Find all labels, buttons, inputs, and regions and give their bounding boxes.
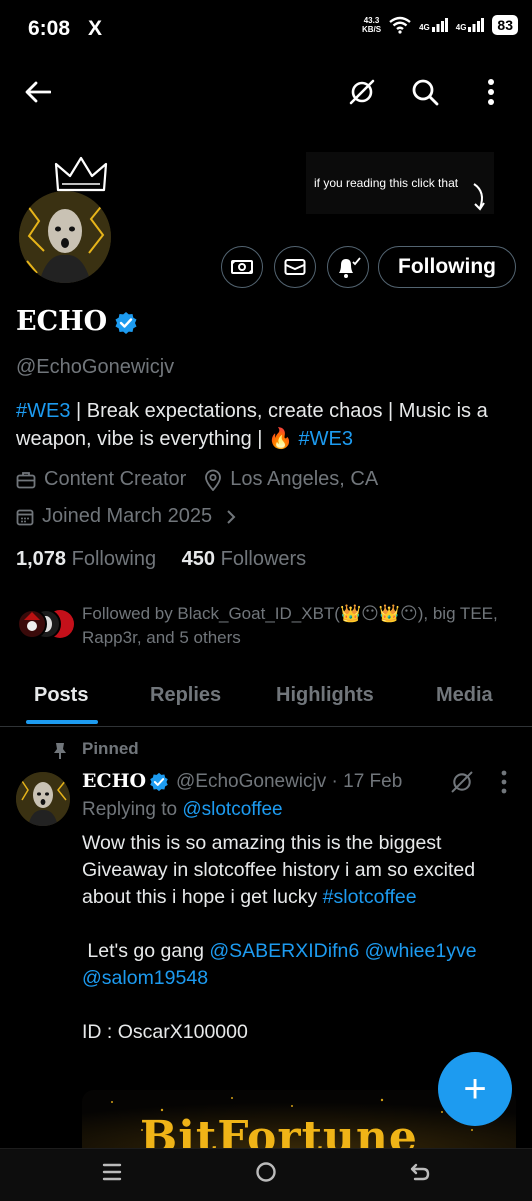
pin-icon <box>54 743 66 759</box>
replying-to: Replying to @slotcoffee <box>82 799 283 820</box>
post-id-line: ID : OscarX100000 <box>82 1021 248 1043</box>
status-indicators: 43.3 KB/S 4G 4G 83 <box>362 15 518 35</box>
signal-bars-icon <box>468 18 485 32</box>
notification-bell-icon <box>339 257 361 278</box>
pinned-label: Pinned <box>82 739 139 758</box>
profile-meta-row: Content Creator Los Angeles, CA <box>16 468 378 491</box>
profile-category: Content Creator <box>44 468 187 490</box>
x-logo-icon: X <box>88 17 103 40</box>
following-button[interactable]: Following <box>378 246 516 288</box>
signal-2: 4G <box>456 18 485 32</box>
verified-badge-icon <box>150 772 168 792</box>
net-speed: 43.3 KB/S <box>361 16 382 34</box>
tab-media[interactable]: Media <box>436 684 493 707</box>
mention-link[interactable]: @salom19548 <box>82 967 208 989</box>
wifi-icon <box>389 16 411 34</box>
profile-location: Los Angeles, CA <box>230 468 379 490</box>
plus-icon: + <box>463 1066 487 1111</box>
tab-highlights[interactable]: Highlights <box>276 684 374 707</box>
banner-text: if you reading this click that <box>314 176 459 190</box>
grok-icon[interactable] <box>450 770 474 794</box>
more-options-button[interactable] <box>471 72 511 112</box>
tab-replies[interactable]: Replies <box>150 684 221 707</box>
profile-bio: #WE3 | Break expectations, create chaos … <box>16 400 488 450</box>
fire-emoji: 🔥 <box>268 428 293 450</box>
profile-avatar[interactable] <box>16 188 114 286</box>
post-body: Wow this is so amazing this is the bigge… <box>82 830 512 1046</box>
more-vertical-icon <box>488 79 494 105</box>
search-icon <box>412 79 439 106</box>
chevron-right-icon <box>227 509 236 524</box>
compose-button[interactable]: + <box>438 1052 512 1126</box>
hashtag-link[interactable]: #WE3 <box>16 400 70 422</box>
back-nav-icon[interactable] <box>408 1160 432 1184</box>
post-handle-date[interactable]: @EchoGonewicjv · 17 Feb <box>176 771 402 793</box>
tip-button[interactable] <box>221 246 263 288</box>
mention-link[interactable]: @SABERXIDifn6 <box>209 940 359 962</box>
verified-badge-icon <box>115 312 137 334</box>
profile-name: ECHO <box>16 306 108 337</box>
post-avatar[interactable] <box>16 772 70 826</box>
following-link[interactable]: 1,078 Following <box>16 548 156 570</box>
profile-joined: Joined March 2025 <box>42 505 213 527</box>
mention-link[interactable]: @whiee1yve <box>365 940 477 962</box>
hashtag-link[interactable]: #WE3 <box>298 428 352 450</box>
notifications-button[interactable] <box>327 246 369 288</box>
followed-by-text[interactable]: Followed by Black_Goat_ID_XBT(👑😶👑😶), big… <box>82 602 512 650</box>
search-button[interactable] <box>405 72 445 112</box>
hashtag-link[interactable]: #slotcoffee <box>323 886 417 908</box>
tab-posts[interactable]: Posts <box>34 684 88 707</box>
avatar-image <box>19 191 111 283</box>
crown-icon <box>54 156 108 192</box>
post-author-name[interactable]: ECHO <box>82 770 146 792</box>
grok-button[interactable] <box>342 72 382 112</box>
followers-link[interactable]: 450 Followers <box>182 548 307 570</box>
curved-arrow-icon <box>473 183 485 211</box>
money-icon <box>231 260 253 274</box>
message-button[interactable] <box>274 246 316 288</box>
location-pin-icon <box>205 469 222 491</box>
home-circle-icon[interactable] <box>254 1160 278 1184</box>
briefcase-icon <box>16 471 36 488</box>
signal-bars-icon <box>431 18 448 32</box>
joined-row[interactable]: Joined March 2025 <box>16 505 236 528</box>
battery-indicator: 83 <box>492 15 518 35</box>
active-tab-indicator <box>26 720 98 724</box>
status-time: 6:08 <box>28 17 71 40</box>
signal-1: 4G <box>419 18 448 32</box>
profile-handle: @EchoGonewicjv <box>16 356 175 378</box>
back-button[interactable] <box>18 72 58 112</box>
more-vertical-icon[interactable] <box>500 770 508 794</box>
followed-by-avatars[interactable] <box>14 606 76 642</box>
back-arrow-icon <box>25 81 51 103</box>
menu-icon[interactable] <box>100 1160 124 1184</box>
follow-counts: 1,078 Following 450 Followers <box>16 548 306 571</box>
calendar-icon <box>16 509 34 525</box>
reply-handle-link[interactable]: @slotcoffee <box>182 799 282 820</box>
mail-icon <box>284 259 306 275</box>
grok-icon <box>349 79 375 105</box>
